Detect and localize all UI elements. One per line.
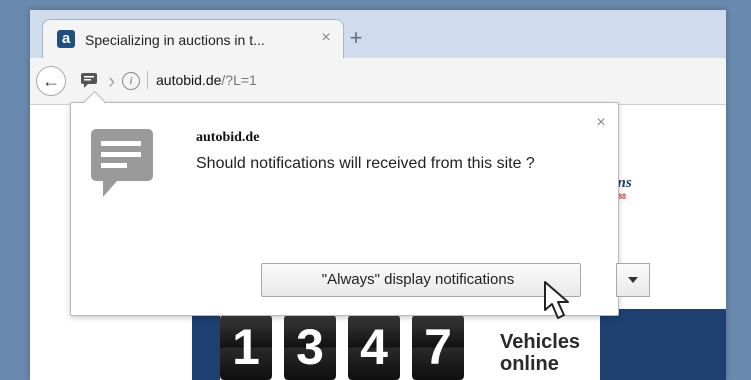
tab-close-icon[interactable]: × [318, 30, 334, 46]
notification-chat-icon[interactable] [80, 72, 98, 88]
dropdown-button[interactable] [616, 263, 650, 297]
notification-option-select[interactable]: "Always" display notifications [261, 263, 581, 297]
counter-label-line2: online [500, 353, 559, 375]
counter-label: Vehicles online [500, 331, 580, 375]
tab-bar: a Specializing in auctions in t... × + [30, 10, 726, 59]
toolbar: ← › i autobid.de/?L=1 [30, 58, 726, 105]
close-icon[interactable]: × [593, 115, 609, 131]
popup-message: Should notifications will received from … [196, 155, 535, 172]
url-host: autobid.de [156, 72, 222, 88]
tab-title: Specializing in auctions in t... [85, 32, 265, 48]
address-bar[interactable]: autobid.de/?L=1 [156, 72, 257, 88]
message-bubble-icon [91, 129, 153, 197]
autobid-favicon-icon: a [57, 30, 75, 48]
chevron-right-icon: › [108, 68, 116, 93]
select-value: "Always" display notifications [321, 271, 515, 288]
back-arrow-icon: ← [42, 71, 60, 91]
info-icon[interactable]: i [122, 72, 140, 90]
url-path: /?L=1 [221, 72, 257, 88]
counter-digit: 3 [284, 315, 336, 380]
counter-digit: 1 [220, 315, 272, 380]
chevron-down-icon [628, 277, 638, 283]
url-separator [147, 71, 148, 89]
notification-permission-popup: autobid.de Should notifications will rec… [70, 90, 650, 316]
browser-window: a Specializing in auctions in t... × + ←… [30, 10, 726, 380]
popup-site-name: autobid.de [196, 130, 260, 145]
counter-digit: 4 [348, 315, 400, 380]
tab-autobid[interactable]: a Specializing in auctions in t... × [42, 19, 344, 59]
new-tab-button[interactable]: + [346, 27, 366, 49]
counter-label-line1: Vehicles [500, 331, 581, 353]
mouse-cursor-icon [544, 281, 569, 319]
counter-digit: 7 [412, 315, 464, 380]
back-button[interactable]: ← [36, 66, 66, 96]
